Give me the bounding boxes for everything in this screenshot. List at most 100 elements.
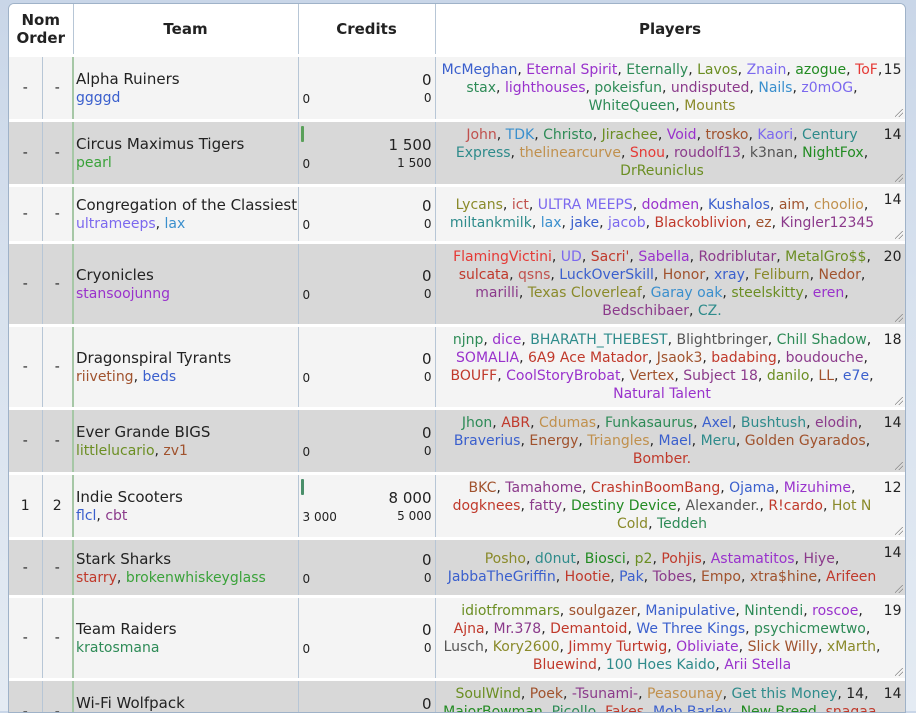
player-name[interactable]: Bushtush xyxy=(741,415,806,431)
player-name[interactable]: Jhon xyxy=(462,415,492,431)
player-name[interactable]: choolio xyxy=(814,197,864,213)
player-name[interactable]: Fakes xyxy=(605,704,644,713)
player-name[interactable]: dodmen xyxy=(642,197,699,213)
resize-grip-icon[interactable] xyxy=(895,231,903,239)
player-name[interactable]: Posho xyxy=(485,551,526,567)
resize-grip-icon[interactable] xyxy=(895,109,903,117)
player-name[interactable]: roudolf13 xyxy=(674,145,741,161)
player-name[interactable]: Funkasaurus xyxy=(605,415,693,431)
player-name[interactable]: fatty xyxy=(529,498,562,514)
player-name[interactable]: Destiny Device xyxy=(571,498,677,514)
player-name[interactable]: 100 Hoes Kaido xyxy=(606,657,715,673)
player-name[interactable]: -Tsunami- xyxy=(572,686,638,702)
player-name[interactable]: Kingler12345 xyxy=(781,215,875,231)
player-name[interactable]: Nails xyxy=(758,80,792,96)
resize-grip-icon[interactable] xyxy=(895,397,903,405)
player-name[interactable]: Mounts xyxy=(684,98,735,114)
player-name[interactable]: marilli xyxy=(475,285,519,301)
player-name[interactable]: WhiteQueen xyxy=(589,98,676,114)
player-name[interactable]: SOMALIA xyxy=(456,350,519,366)
player-name[interactable]: Pohjis xyxy=(661,551,701,567)
manager-name[interactable]: pearl xyxy=(76,155,112,171)
player-name[interactable]: Pak xyxy=(619,569,644,585)
player-name[interactable]: CoolStoryBrobat xyxy=(506,368,620,384)
team-name[interactable]: Team Raiders xyxy=(76,619,298,639)
player-name[interactable]: We Three Kings xyxy=(636,621,745,637)
resize-grip-icon[interactable] xyxy=(895,314,903,322)
player-name[interactable]: UD xyxy=(561,249,582,265)
player-name[interactable]: Blackoblivion xyxy=(655,215,747,231)
team-name[interactable]: Congregation of the Classiest xyxy=(76,195,298,215)
player-name[interactable]: ez xyxy=(756,215,772,231)
player-name[interactable]: BKC xyxy=(469,480,497,496)
team-name[interactable]: Indie Scooters xyxy=(76,487,298,507)
manager-name[interactable]: littlelucario xyxy=(76,443,155,459)
player-name[interactable]: Jimmy Turtwig xyxy=(568,639,667,655)
player-name[interactable]: Golden Gyarados xyxy=(745,433,866,449)
player-name[interactable]: JabbaTheGriffin xyxy=(448,569,556,585)
player-name[interactable]: p2 xyxy=(635,551,653,567)
nom-order-header[interactable]: Nom Order xyxy=(9,4,73,56)
player-name[interactable]: MetalGro$$ xyxy=(785,249,866,265)
player-name[interactable]: lax xyxy=(541,215,562,231)
player-name[interactable]: Axel xyxy=(702,415,732,431)
team-header[interactable]: Team xyxy=(73,4,298,56)
player-name[interactable]: Empo xyxy=(701,569,741,585)
player-name[interactable]: Cdumas xyxy=(539,415,596,431)
player-name[interactable]: Hiye xyxy=(804,551,835,567)
player-name[interactable]: Christo xyxy=(543,127,593,143)
player-name[interactable]: stax xyxy=(466,80,496,96)
player-name[interactable]: BOUFF xyxy=(450,368,497,384)
player-name[interactable]: Astamatitos xyxy=(711,551,795,567)
player-name[interactable]: danilo xyxy=(767,368,810,384)
player-name[interactable]: Arifeen xyxy=(826,569,876,585)
resize-grip-icon[interactable] xyxy=(895,668,903,676)
player-name[interactable]: Znain xyxy=(747,62,787,78)
player-name[interactable]: Obliviate xyxy=(676,639,739,655)
player-name[interactable]: psychicmewtwo xyxy=(754,621,866,637)
player-name[interactable]: Triangles xyxy=(587,433,649,449)
player-name[interactable]: Snou xyxy=(630,145,665,161)
player-name[interactable]: Braverius xyxy=(454,433,521,449)
manager-name[interactable]: lax xyxy=(165,216,186,232)
player-name[interactable]: Garay oak xyxy=(651,285,723,301)
resize-grip-icon[interactable] xyxy=(895,174,903,182)
credits-header[interactable]: Credits xyxy=(298,4,435,56)
player-name[interactable]: DrReuniclus xyxy=(620,163,704,179)
player-name[interactable]: xMarth xyxy=(827,639,876,655)
player-name[interactable]: Jirachee xyxy=(602,127,658,143)
player-name[interactable]: Peasounay xyxy=(647,686,723,702)
player-name[interactable]: Lusch xyxy=(444,639,484,655)
player-name[interactable]: ULTRA MEEPS xyxy=(538,197,633,213)
player-name[interactable]: trosko xyxy=(705,127,748,143)
player-name[interactable]: NightFox xyxy=(802,145,864,161)
player-name[interactable]: Lavos xyxy=(697,62,738,78)
player-name[interactable]: e7e xyxy=(843,368,869,384)
player-name[interactable]: azogue xyxy=(795,62,846,78)
player-name[interactable]: pokeisfun xyxy=(594,80,662,96)
player-name[interactable]: Slick Willy xyxy=(748,639,818,655)
player-name[interactable]: McMeghan xyxy=(442,62,518,78)
player-name[interactable]: sulcata xyxy=(459,267,509,283)
player-name[interactable]: jacob xyxy=(608,215,646,231)
player-name[interactable]: Blightbringer xyxy=(676,332,767,348)
player-name[interactable]: New Breed xyxy=(741,704,817,713)
player-name[interactable]: 6A9 Ace Matador xyxy=(528,350,648,366)
manager-name[interactable]: flcl xyxy=(76,508,96,524)
resize-grip-icon[interactable] xyxy=(895,585,903,593)
player-name[interactable]: Lycans xyxy=(456,197,503,213)
player-name[interactable]: Bluewind xyxy=(533,657,597,673)
player-name[interactable]: thelinearcurve xyxy=(519,145,621,161)
player-name[interactable]: Manipulative xyxy=(645,603,735,619)
player-name[interactable]: Bedschibaer xyxy=(602,303,689,319)
team-name[interactable]: Ever Grande BIGS xyxy=(76,422,298,442)
player-name[interactable]: Nedor xyxy=(819,267,861,283)
player-name[interactable]: CZ. xyxy=(698,303,722,319)
player-name[interactable]: LuckOverSkill xyxy=(559,267,654,283)
team-name[interactable]: Dragonspiral Tyrants xyxy=(76,348,298,368)
player-name[interactable]: Meru xyxy=(701,433,736,449)
player-name[interactable]: xtra$hine xyxy=(750,569,817,585)
player-name[interactable]: Mael xyxy=(658,433,691,449)
player-name[interactable]: SoulWind xyxy=(455,686,520,702)
player-name[interactable]: Hootie xyxy=(565,569,611,585)
